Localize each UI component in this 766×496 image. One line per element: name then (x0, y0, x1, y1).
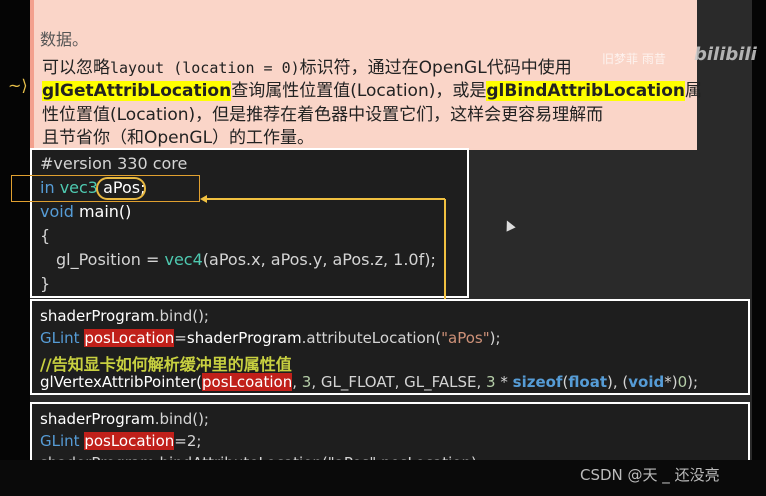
code-text: ); (687, 373, 699, 391)
highlight-posLocation: posLocation (84, 432, 175, 450)
note-text: 属 (685, 81, 703, 101)
number: 0 (677, 373, 688, 391)
code-text: .attributeLocation( (301, 329, 442, 347)
uploader-watermark: 旧梦菲 雨昔 (602, 52, 666, 66)
note-text: 标识符，通过在OpenGL代码中使用 (299, 58, 572, 78)
type: GLint (40, 432, 80, 450)
code-text: .bind(); (154, 307, 209, 325)
highlight-glGetAttribLocation: glGetAttribLocation (42, 81, 232, 101)
code-line: void main() (40, 202, 131, 221)
note-line-4: 且节省你（和OpenGL）的工作量。 (42, 128, 315, 148)
object: shaderProgram (186, 329, 302, 347)
code-text: , GL_FLOAT, GL_FALSE, (311, 373, 487, 391)
note-top-fragment: 数据。 (40, 30, 89, 49)
string: "aPos" (441, 329, 490, 347)
note-code: layout (location = 0) (110, 59, 300, 77)
note-line-3: 性位置值(Location)，但是推荐在着色器中设置它们，这样会更容易理解而 (42, 105, 604, 125)
code-line: shaderProgram.bind(); (40, 410, 209, 428)
note-text: 可以忽略 (42, 58, 110, 78)
code-text: *) (664, 373, 678, 391)
code-text: ); (489, 329, 501, 347)
arrow-head-icon (200, 195, 207, 203)
code-line: } (40, 274, 51, 293)
annotation-arrow (204, 198, 445, 200)
note-line-1: 可以忽略layout (location = 0)标识符，通过在OpenGL代码… (42, 56, 572, 80)
note-line-2: glGetAttribLocation查询属性位置值(Location)，或是g… (42, 79, 702, 103)
code-block-bind-location: shaderProgram.bind(); GLint posLocation=… (30, 402, 750, 464)
video-frame: 数据。 可以忽略layout (location = 0)标识符，通过在Open… (0, 0, 766, 496)
keyword: void (40, 202, 74, 221)
bilibili-logo: bilibili (694, 44, 757, 65)
object: shaderProgram (40, 410, 155, 428)
code-comment: //告知显卡如何解析缓冲里的属性值 (40, 355, 292, 374)
annotation-squiggle-icon: ~⟩ (8, 76, 28, 95)
code-text: =2; (174, 432, 202, 450)
keyword: void (628, 373, 665, 391)
code-text: gl_Position = (56, 250, 165, 269)
keyword: sizeof (512, 373, 563, 391)
code-text: (aPos.x, aPos.y, aPos.z, 1.0f); (202, 250, 436, 269)
code-line: GLint posLocation=shaderProgram.attribut… (40, 329, 501, 347)
number: 3 (486, 373, 496, 391)
code-line: glVertexAttribPointer(posLcoation, 3, GL… (40, 373, 698, 391)
code-line: #version 330 core (40, 154, 188, 173)
code-line: { (40, 226, 51, 245)
mouse-cursor-icon (502, 218, 516, 232)
csdn-watermark: CSDN @天 _ 还没亮 (580, 466, 720, 484)
code-text: ), ( (607, 373, 629, 391)
type: GLint (40, 329, 80, 347)
function: main() (78, 202, 132, 221)
code-line: gl_Position = vec4(aPos.x, aPos.y, aPos.… (56, 250, 436, 269)
shader-code-block: #version 330 core in vec3 aPos; void mai… (30, 148, 469, 298)
code-line: GLint posLocation=2; (40, 432, 201, 450)
code-text: , (292, 373, 302, 391)
annotation-circle (96, 177, 146, 200)
code-text: = (174, 329, 187, 347)
note-box: 数据。 可以忽略layout (location = 0)标识符，通过在Open… (30, 0, 702, 150)
number: 3 (301, 373, 312, 391)
code-text: .bind(); (154, 410, 209, 428)
code-line: shaderProgram.bind(); (40, 307, 209, 325)
function: glVertexAttribPointer( (40, 373, 203, 391)
code-block-attribute-location: shaderProgram.bind(); GLint posLocation=… (30, 299, 750, 395)
letterbox-left (0, 0, 30, 496)
type: vec4 (164, 250, 203, 269)
note-text: 查询属性位置值(Location)，或是 (231, 81, 487, 101)
annotation-arrow (444, 199, 446, 299)
highlight-posLcoation: posLcoation (202, 373, 293, 391)
letterbox-right (752, 0, 766, 496)
highlight-posLocation: posLocation (84, 329, 175, 347)
code-text: * (495, 373, 513, 391)
object: shaderProgram (40, 307, 155, 325)
highlight-glBindAttribLocation: glBindAttribLocation (486, 81, 686, 101)
keyword: float (568, 373, 608, 391)
